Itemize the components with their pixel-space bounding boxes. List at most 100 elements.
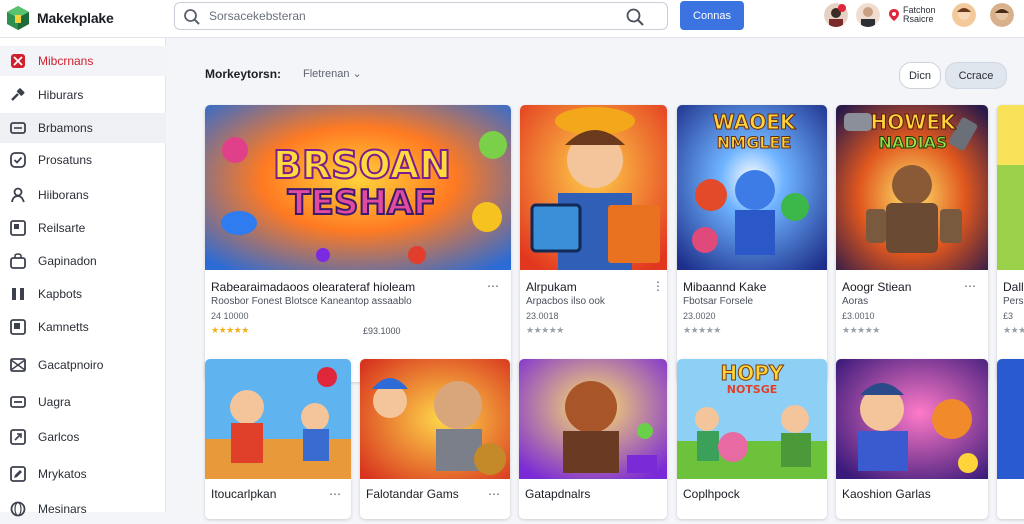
sidebar-item-6[interactable]: Gapinadon — [0, 246, 166, 276]
sidebar-item-3[interactable]: Prosatuns — [0, 145, 166, 175]
sidebar-item-label: Hiburars — [38, 88, 84, 102]
game-title: Alrpukam — [526, 280, 577, 294]
sidebar-item-5[interactable]: Reilsarte — [0, 213, 166, 243]
game-count: 23.0020 — [683, 311, 716, 321]
user-avatar[interactable] — [856, 3, 880, 27]
brand[interactable]: Makekplake — [6, 4, 114, 32]
rating-stars: ★★★ — [1003, 325, 1024, 335]
sidebar-item-8[interactable]: Kamnetts — [0, 312, 166, 342]
game-card[interactable]: Gatapdnalrs — [519, 359, 667, 519]
avatar-icon — [856, 3, 880, 27]
game-card[interactable] — [997, 359, 1024, 519]
game-count: £3.0010 — [842, 311, 875, 321]
game-subtitle: Arpacbos ilso ook — [526, 296, 605, 307]
more-options-icon[interactable]: ⋯ — [964, 279, 977, 293]
thumbnail-art-line-1: HOWEK — [870, 110, 956, 134]
thumbnail-art-line-2: NADIAS — [878, 133, 948, 153]
sidebar-item-label: Mibcrnans — [38, 54, 94, 68]
game-count: £3 — [1003, 311, 1014, 321]
game-thumbnail — [519, 359, 667, 479]
pencil-box-icon — [10, 466, 26, 482]
view-button[interactable]: Dicn — [899, 62, 941, 89]
sidebar-item-2[interactable]: Brbamons — [0, 113, 166, 143]
sidebar-item-label: Mrykatos — [38, 467, 87, 481]
game-thumbnail-art: BRSOAN TESHAF — [257, 144, 467, 223]
thumbnail-art-line-2: NMGLEE — [716, 133, 792, 153]
logo-icon — [7, 6, 29, 30]
game-title: Dall — [1003, 280, 1024, 294]
more-options-icon[interactable]: ⋯ — [329, 487, 342, 501]
search-submit-icon[interactable] — [625, 7, 645, 27]
more-options-icon[interactable]: ⋮ — [652, 279, 665, 293]
thumbnail-art-line-1: WAOEK — [712, 110, 796, 134]
thumbnail-art-line-2: TESHAF — [287, 183, 438, 223]
envelope-icon — [10, 358, 26, 372]
image-icon — [10, 220, 26, 236]
game-thumbnail — [836, 359, 988, 479]
profile-avatar[interactable] — [990, 3, 1014, 27]
game-title: Kaoshion Garlas — [842, 487, 931, 501]
filter-dropdown[interactable]: Fletrenan ⌄ — [303, 67, 362, 80]
sidebar-item-label: Gacatpnoiro — [38, 358, 104, 372]
game-subtitle: Fbotsar Forsele — [683, 296, 754, 307]
rating-stars: ★★★★★ — [211, 325, 249, 335]
game-card[interactable]: Dall Pers £3 ★★★ — [997, 105, 1024, 382]
game-count: 24 10000 — [211, 311, 249, 321]
sidebar-item-7[interactable]: Kapbots — [0, 279, 166, 309]
sidebar-item-0[interactable]: Mibcrnans — [0, 46, 166, 76]
sidebar-item-label: Gapinadon — [38, 254, 97, 268]
game-card[interactable]: Falotandar Gams ⋯ — [360, 359, 510, 519]
minus-box-icon — [10, 396, 26, 408]
game-card[interactable]: HOWEK NADIAS Aoogr Stiean Aoras £3.0010 … — [836, 105, 988, 382]
promo-link[interactable]: Fatchon Rsaicre — [888, 5, 948, 25]
game-thumbnail — [360, 359, 510, 479]
game-card[interactable]: HOPY NOTSGE Coplhpock — [677, 359, 827, 519]
sidebar-item-12[interactable]: Mrykatos — [0, 459, 166, 489]
game-card[interactable]: Alrpukam Arpacbos ilso ook 23.0018 ★★★★★… — [520, 105, 667, 382]
game-thumbnail-art: HOWEK NADIAS — [858, 111, 968, 153]
game-thumbnail — [997, 105, 1024, 270]
game-card[interactable]: Kaoshion Garlas — [836, 359, 988, 519]
sidebar-item-10[interactable]: Uagra — [0, 387, 166, 417]
sidebar-item-label: Garlcos — [38, 430, 80, 444]
search-input[interactable] — [209, 6, 619, 26]
sidebar-item-label: Reilsarte — [38, 221, 86, 235]
more-options-icon[interactable]: ⋯ — [487, 279, 500, 293]
game-card[interactable]: WAOEK NMGLEE Mibaannd Kake Fbotsar Forse… — [677, 105, 827, 382]
game-title: Aoogr Stiean — [842, 280, 912, 294]
globe-icon — [10, 501, 26, 517]
hammer-icon — [11, 88, 25, 101]
sidebar-item-9[interactable]: Gacatpnoiro — [0, 350, 166, 380]
rating-stars: ★★★★★ — [842, 325, 880, 335]
rating-stars: ★★★★★ — [526, 325, 564, 335]
game-title: Falotandar Gams — [366, 487, 459, 501]
main-content: Morkeytorsn: Fletrenan ⌄ Dicn Ccrace BRS… — [167, 38, 1024, 519]
create-button[interactable]: Ccrace — [945, 62, 1007, 89]
game-title: Gatapdnalrs — [525, 487, 591, 501]
sidebar-item-1[interactable]: Hiburars — [0, 80, 166, 110]
location-pin-icon — [889, 9, 899, 21]
columns-icon — [12, 288, 24, 300]
friend-avatar[interactable] — [952, 3, 976, 27]
game-title: Mibaannd Kake — [683, 280, 767, 294]
search-bar[interactable] — [174, 2, 668, 30]
arrow-box-icon — [10, 429, 26, 445]
game-count: 23.0018 — [526, 311, 559, 321]
connect-button[interactable]: Connas — [680, 1, 744, 30]
sidebar-item-label: Uagra — [38, 395, 71, 409]
game-thumbnail — [997, 359, 1024, 479]
game-title: Coplhpock — [683, 487, 740, 501]
game-thumbnail — [205, 359, 351, 479]
sidebar-item-4[interactable]: Hiiborans — [0, 180, 166, 210]
promo-line-2: Rsaicre — [903, 14, 934, 24]
sidebar-item-label: Brbamons — [38, 121, 93, 135]
notification-badge — [838, 4, 846, 12]
game-card[interactable]: BRSOAN TESHAF Rabearaimadaoos olearatera… — [205, 105, 511, 382]
game-subtitle: Aoras — [842, 296, 869, 307]
more-options-icon[interactable]: ⋯ — [488, 487, 501, 501]
game-subtitle: Roosbor Fonest Blotsce Kaneantop assaabl… — [211, 296, 412, 307]
tag-icon — [11, 54, 25, 68]
sidebar-item-11[interactable]: Garlcos — [0, 422, 166, 452]
sidebar-item-13[interactable]: Mesinars — [0, 494, 166, 524]
game-card[interactable]: Itoucarlpkan ⋯ — [205, 359, 351, 519]
